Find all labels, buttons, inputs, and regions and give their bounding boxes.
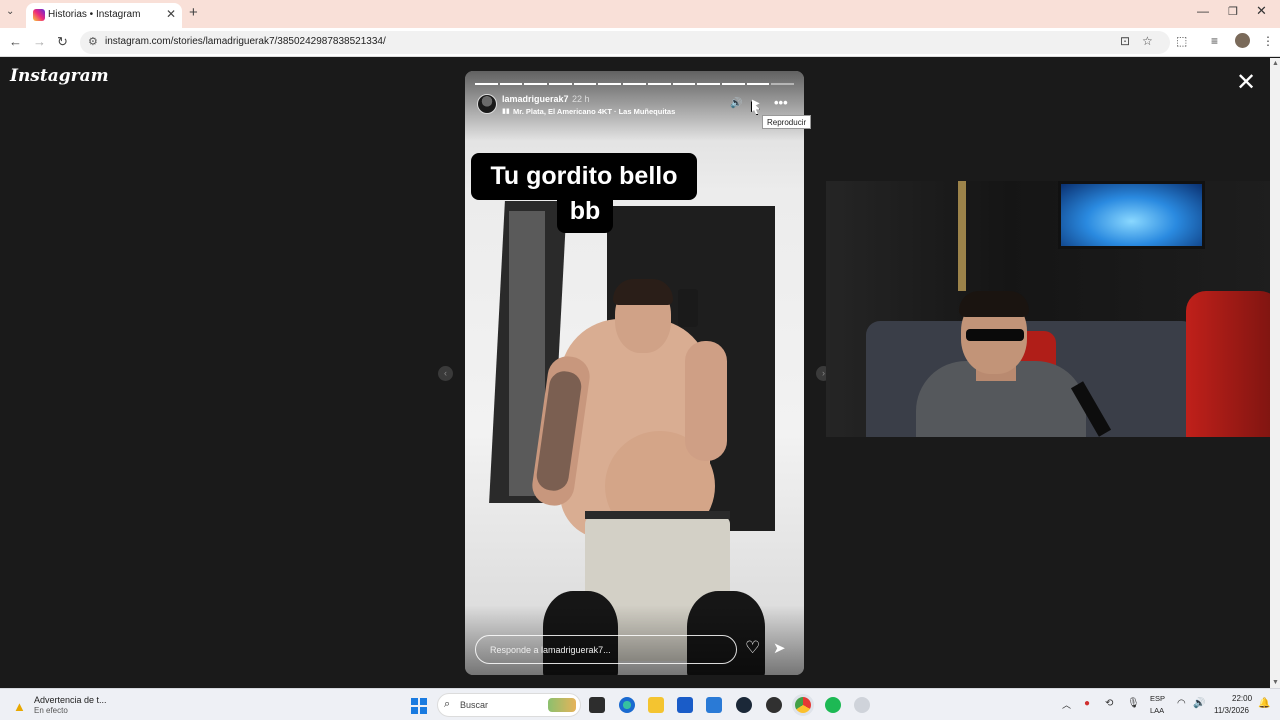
sync-icon[interactable]: ⟲ — [1105, 698, 1113, 709]
tab-title: Historias • Instagram — [48, 9, 141, 20]
windows-start-icon[interactable] — [411, 698, 427, 714]
clock-time[interactable]: 22:00 — [1232, 694, 1252, 703]
play-tooltip: Reproducir — [762, 115, 812, 129]
person-arm-right-shape — [685, 341, 727, 461]
person-hair-shape — [613, 279, 673, 305]
notifications-icon[interactable]: 🔔 — [1258, 698, 1270, 709]
wifi-icon[interactable]: ◠ — [1177, 698, 1186, 709]
story-reply-input[interactable]: Responde a lamadriguerak7... — [475, 635, 737, 664]
story-progress-segment — [647, 83, 671, 85]
story-progress-segment — [672, 83, 696, 85]
story-avatar[interactable] — [477, 94, 497, 114]
url-text[interactable]: instagram.com/stories/lamadriguerak7/385… — [105, 36, 386, 47]
story-time-ago: 22 h — [572, 94, 590, 104]
chrome-icon[interactable] — [795, 697, 811, 713]
story-card[interactable]: lamadriguerak7 22 h ▮▮ Mr. Plata, El Ame… — [465, 71, 804, 675]
like-icon[interactable]: ♡ — [745, 638, 760, 658]
scroll-down-icon[interactable]: ▼ — [1272, 679, 1279, 686]
window-maximize-button[interactable]: ❐ — [1228, 5, 1238, 18]
story-progress-segment — [598, 83, 622, 85]
sound-icon[interactable]: 🔊 — [730, 98, 742, 109]
menu-icon[interactable]: ⋮ — [1262, 34, 1274, 48]
edge-icon[interactable] — [619, 697, 635, 713]
file-explorer-icon[interactable] — [648, 697, 664, 713]
microsoft-store-icon[interactable] — [677, 697, 693, 713]
keyboard-layout[interactable]: LAA — [1150, 706, 1164, 715]
waistband-shape — [585, 511, 730, 519]
forward-button[interactable]: → — [33, 34, 46, 49]
instagram-logo[interactable]: Instagram — [10, 66, 109, 86]
story-progress-segment — [573, 83, 597, 85]
address-bar[interactable]: ⚙ instagram.com/stories/lamadriguerak7/3… — [80, 31, 1170, 54]
browser-tab-bar: ⌄ Historias • Instagram ✕ + — ❐ ✕ — [0, 0, 1280, 28]
instagram-story-viewer: Instagram ✕ ‹ › lamadriguerak7 22 h ▮▮ M… — [0, 58, 1280, 688]
microphone-icon[interactable]: 🎙 — [1127, 698, 1140, 709]
taskbar-search[interactable]: ⌕ Buscar — [437, 693, 581, 717]
page-scrollbar[interactable]: ▲ ▼ — [1270, 58, 1280, 688]
profile-icon[interactable] — [1235, 33, 1250, 48]
new-tab-button[interactable]: + — [189, 4, 198, 21]
windows-taskbar: ▲ Advertencia de t... En efecto ⌕ Buscar… — [0, 688, 1280, 720]
phone-shape — [678, 289, 698, 327]
steam-icon[interactable] — [736, 697, 752, 713]
story-progress-segment — [524, 83, 548, 85]
story-caption-line1: Tu gordito bello — [471, 153, 697, 200]
obs-icon[interactable] — [766, 697, 782, 713]
notification-title[interactable]: Advertencia de t... — [34, 695, 107, 705]
unknown-app-icon[interactable] — [854, 697, 870, 713]
back-button[interactable]: ← — [9, 34, 22, 49]
story-progress-segment — [623, 83, 646, 85]
volume-icon[interactable]: 🔊 — [1193, 698, 1205, 709]
story-progress-segment — [499, 83, 523, 85]
close-story-button[interactable]: ✕ — [1236, 68, 1256, 97]
site-info-icon[interactable]: ⚙ — [88, 35, 98, 48]
tab-close-button[interactable]: ✕ — [166, 7, 176, 21]
instagram-favicon-icon — [33, 9, 45, 21]
music-icon: ▮▮ — [502, 108, 510, 115]
search-highlight-icon — [548, 698, 576, 712]
tab-search-button[interactable]: ⌄ — [6, 6, 14, 17]
search-placeholder: Buscar — [460, 700, 489, 710]
story-progress-segment — [697, 83, 720, 85]
story-caption-line2: bb — [557, 196, 613, 233]
reload-button[interactable]: ↻ — [57, 34, 68, 50]
webcam-tv — [1058, 181, 1205, 249]
webcam-overlay — [826, 181, 1280, 437]
webcam-sunglasses — [966, 329, 1024, 341]
share-icon[interactable]: ➤ — [773, 639, 786, 657]
more-options-icon[interactable]: ••• — [774, 95, 788, 110]
outlook-icon[interactable] — [706, 697, 722, 713]
story-progress-segment — [746, 83, 770, 85]
notification-subtitle: En efecto — [34, 706, 68, 715]
media-controls-icon[interactable]: ≡ — [1211, 34, 1218, 48]
install-icon[interactable]: ⊡ — [1120, 34, 1130, 48]
tray-app-icon[interactable]: ● — [1084, 698, 1090, 709]
spotify-icon[interactable] — [825, 697, 841, 713]
window-minimize-button[interactable]: — — [1197, 4, 1209, 18]
task-view-icon[interactable] — [589, 697, 605, 713]
bookmark-star-icon[interactable]: ☆ — [1142, 34, 1153, 48]
browser-tab[interactable]: Historias • Instagram ✕ — [26, 3, 182, 28]
story-progress-segment — [721, 83, 745, 85]
clock-date[interactable]: 11/3/2026 — [1214, 706, 1249, 715]
reply-placeholder: Responde a lamadriguerak7... — [490, 645, 611, 655]
tray-overflow-icon[interactable]: ︿ — [1062, 698, 1071, 711]
search-icon: ⌕ — [444, 698, 451, 710]
story-progress-bar — [475, 83, 794, 85]
webcam-person-hair — [959, 291, 1029, 317]
scroll-up-icon[interactable]: ▲ — [1272, 60, 1279, 67]
story-music-label[interactable]: Mr. Plata, El Americano 4KT · Las Muñequ… — [513, 107, 675, 116]
story-progress-segment — [549, 83, 572, 85]
language-code[interactable]: ESP — [1150, 694, 1165, 703]
webcam-light-strip — [958, 181, 966, 291]
story-progress-segment — [475, 83, 498, 85]
extensions-icon[interactable]: ⬚ — [1176, 34, 1187, 48]
window-close-button[interactable]: ✕ — [1256, 3, 1267, 19]
story-progress-segment — [771, 83, 794, 85]
warning-icon[interactable]: ▲ — [13, 699, 26, 714]
browser-toolbar: ← → ↻ ⚙ instagram.com/stories/lamadrigue… — [0, 28, 1280, 57]
previous-story-button[interactable]: ‹ — [438, 366, 453, 381]
webcam-gaming-chair — [1186, 291, 1280, 437]
story-username[interactable]: lamadriguerak7 — [502, 94, 569, 104]
